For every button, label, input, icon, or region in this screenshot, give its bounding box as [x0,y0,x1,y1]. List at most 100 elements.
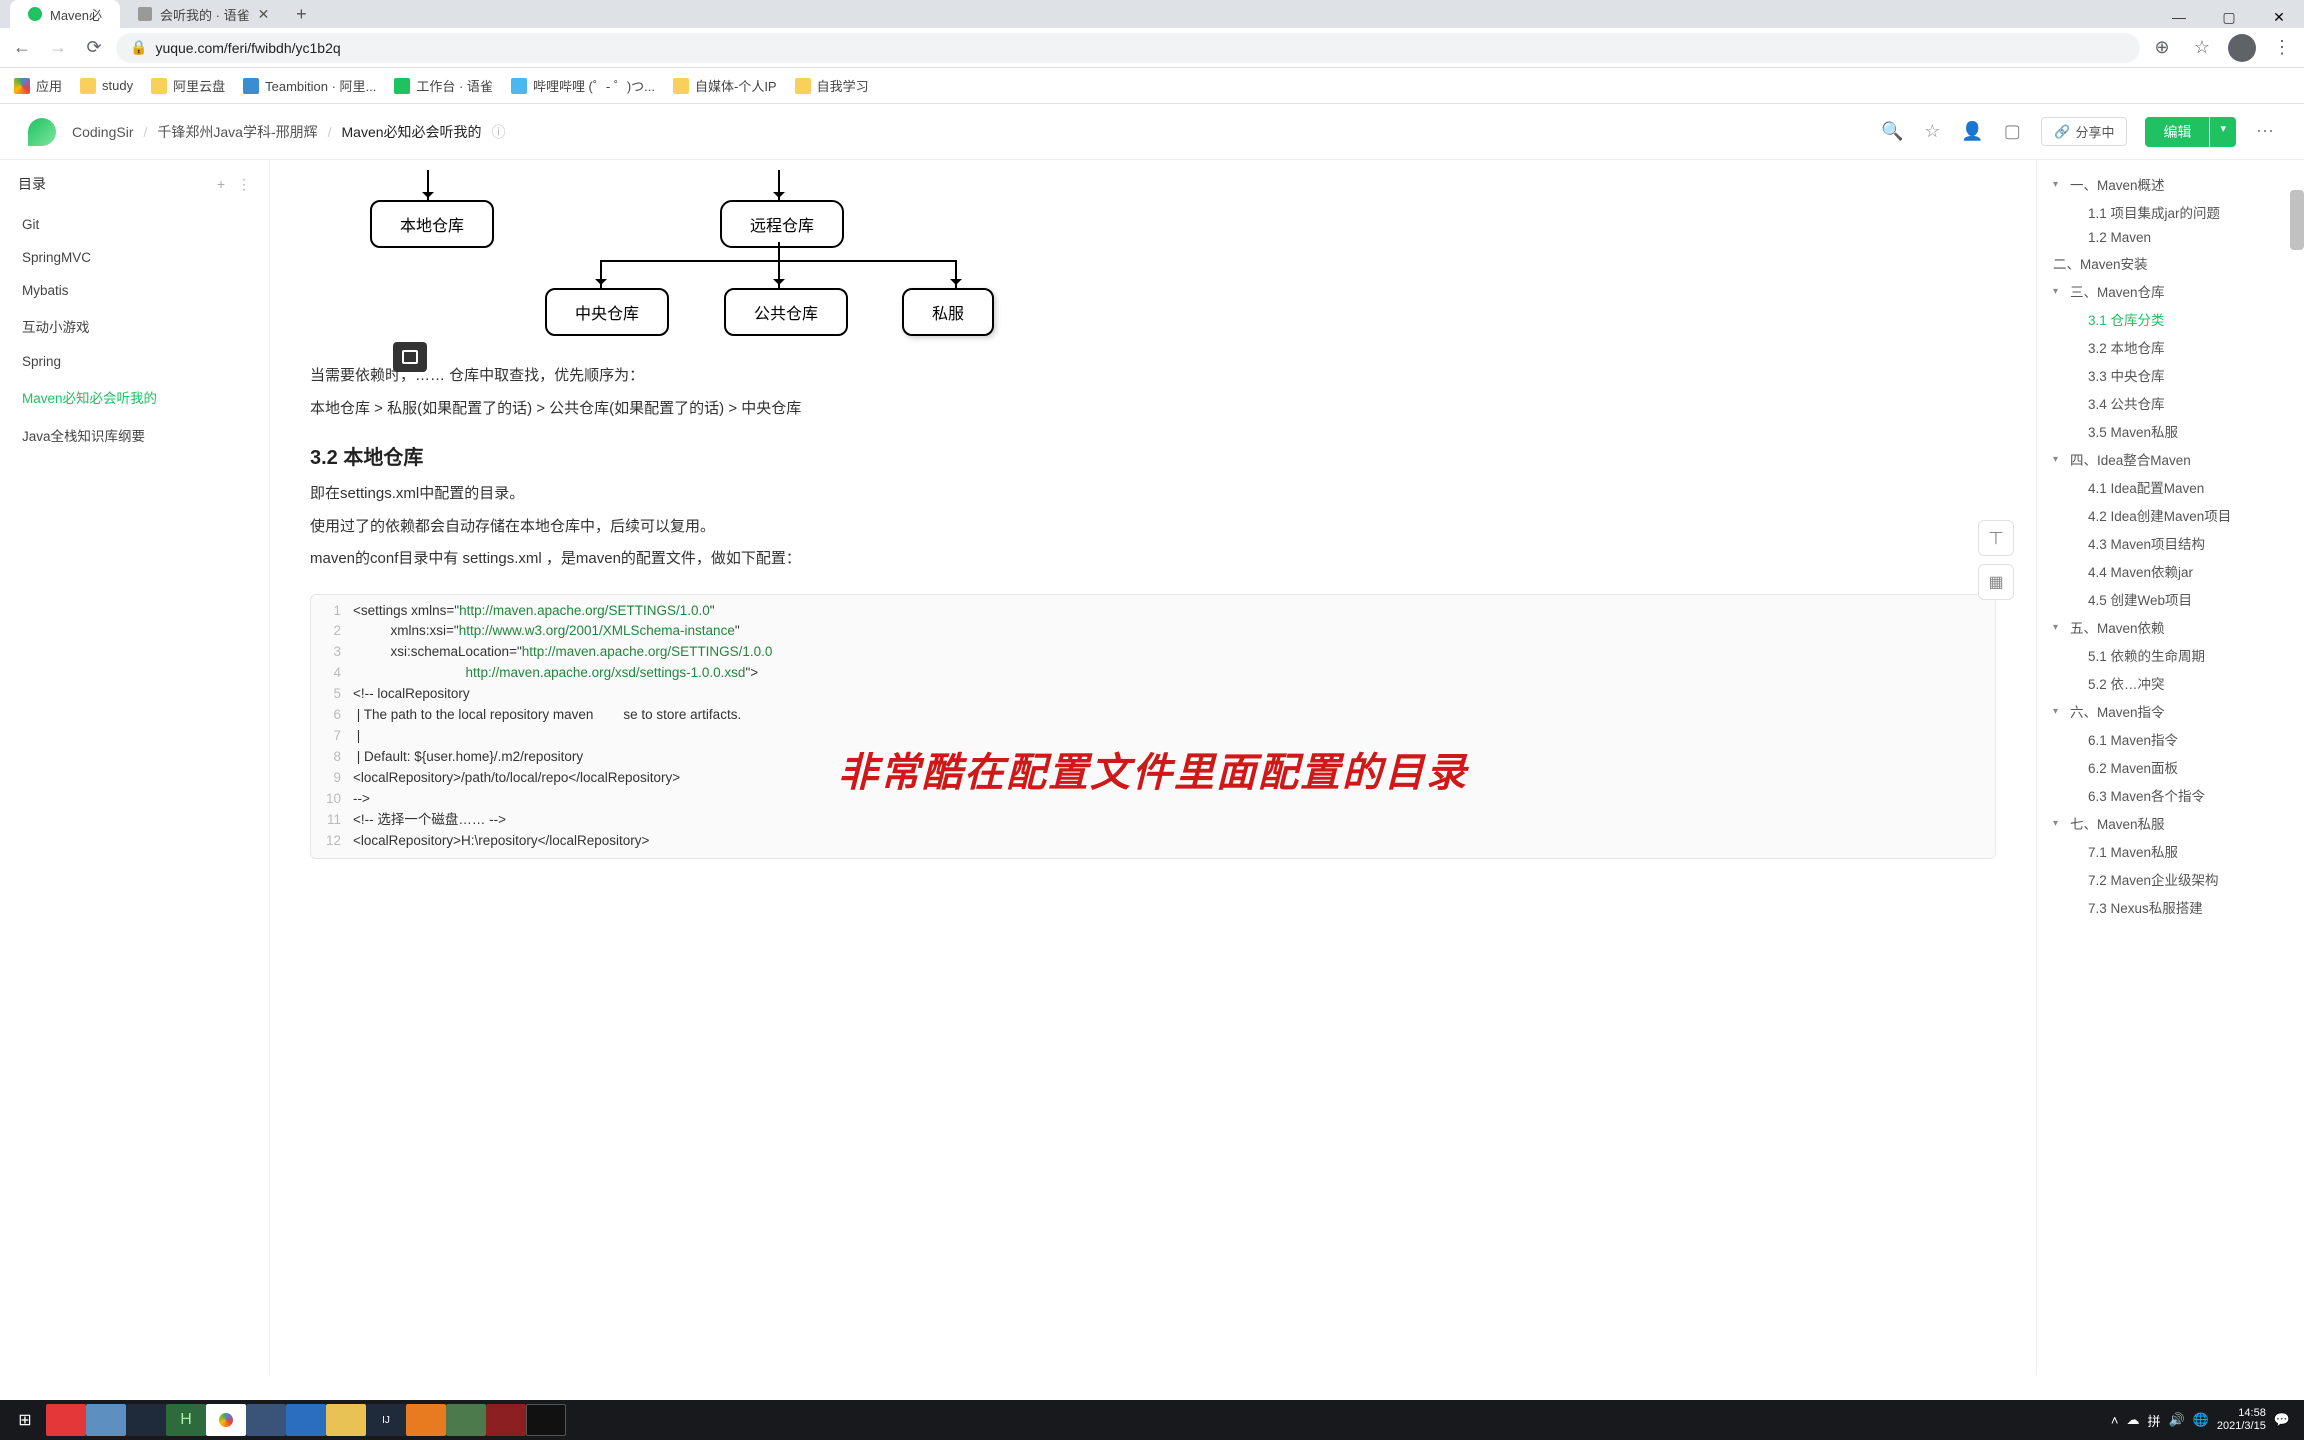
back-button[interactable]: ← [8,34,36,62]
menu-icon[interactable]: ⋮ [2268,34,2296,62]
scrollbar-thumb[interactable] [2290,190,2304,250]
taskbar-app[interactable] [286,1404,326,1436]
sidebar-item[interactable]: Java全栈知识库纲要 [18,416,251,454]
taskbar-app[interactable] [126,1404,166,1436]
address-bar[interactable]: 🔒 yuque.com/feri/fwibdh/yc1b2q [116,33,2140,63]
taskbar-app[interactable] [406,1404,446,1436]
toc-item[interactable]: 4.3 Maven项目结构 [2053,529,2296,557]
start-button[interactable]: ⊞ [5,1402,45,1438]
info-icon[interactable]: ⓘ [492,122,506,142]
star-icon[interactable]: ☆ [2188,34,2216,62]
taskbar-app[interactable] [46,1404,86,1436]
bookmark-item[interactable]: study [80,78,133,94]
tray-notification-icon[interactable]: 💬 [2274,1412,2290,1428]
edit-button[interactable]: 编辑 [2145,117,2209,147]
present-icon[interactable]: ▢ [2001,121,2023,143]
taskbar-app[interactable] [526,1404,566,1436]
minimize-button[interactable]: — [2154,6,2204,28]
toc-item[interactable]: 6.1 Maven指令 [2053,725,2296,753]
toc-item[interactable]: 7.1 Maven私服 [2053,837,2296,865]
toc-item[interactable]: 4.2 Idea创建Maven项目 [2053,501,2296,529]
toc-item[interactable]: 6.2 Maven面板 [2053,753,2296,781]
yuque-logo-icon[interactable] [28,118,56,146]
toc-item[interactable]: ▾五、Maven依赖 [2053,613,2296,641]
bookmark-item[interactable]: 阿里云盘 [151,76,225,95]
taskbar-app[interactable] [246,1404,286,1436]
share-button[interactable]: 🔗分享中 [2041,117,2127,146]
taskbar-app[interactable] [446,1404,486,1436]
close-icon[interactable]: ✕ [258,6,270,23]
comment-tooltip[interactable] [393,342,427,372]
toc-label: 7.2 Maven企业级架构 [2088,869,2219,889]
new-tab-button[interactable]: + [287,0,315,28]
forward-button[interactable]: → [44,34,72,62]
more-icon[interactable]: ⋮ [237,176,251,193]
toc-item[interactable]: 3.5 Maven私服 [2053,417,2296,445]
toc-item[interactable]: ▾三、Maven仓库 [2053,277,2296,305]
tray-ime-icon[interactable]: 拼 [2147,1411,2160,1430]
toc-item[interactable]: 4.4 Maven依赖jar [2053,557,2296,585]
search-icon[interactable]: 🔍 [1881,121,1903,143]
bookmark-item[interactable]: 自媒体-个人IP [673,76,777,95]
bookmark-item[interactable]: 工作台 · 语雀 [394,76,493,95]
toc-item[interactable]: 5.1 依赖的生命周期 [2053,641,2296,669]
toc-item[interactable]: 4.5 创建Web项目 [2053,585,2296,613]
install-icon[interactable]: ⊕ [2148,34,2176,62]
toc-item[interactable]: 3.4 公共仓库 [2053,389,2296,417]
toc-item[interactable]: 7.3 Nexus私服搭建 [2053,893,2296,921]
toc-item[interactable]: 6.3 Maven各个指令 [2053,781,2296,809]
tray-volume-icon[interactable]: 🔊 [2169,1412,2185,1428]
toc-item[interactable]: ▾六、Maven指令 [2053,697,2296,725]
toc-item[interactable]: 1.1 项目集成jar的问题 [2053,198,2296,226]
tray-up-icon[interactable]: ˄ [2111,1413,2119,1428]
toc-item[interactable]: 4.1 Idea配置Maven [2053,473,2296,501]
add-icon[interactable]: + [217,176,225,193]
maximize-button[interactable]: ▢ [2204,6,2254,28]
toc-item[interactable]: 二、Maven安装 [2053,249,2296,277]
bookmark-item[interactable]: Teambition · 阿里... [243,76,376,95]
profile-avatar[interactable] [2228,34,2256,62]
taskbar-app[interactable] [326,1404,366,1436]
toc-item[interactable]: ▾一、Maven概述 [2053,170,2296,198]
toc-item[interactable]: 3.3 中央仓库 [2053,361,2296,389]
toc-item[interactable]: 1.2 Maven [2053,226,2296,249]
toc-item[interactable]: ▾四、Idea整合Maven [2053,445,2296,473]
sidebar-item[interactable]: Spring [18,345,251,378]
taskbar-app[interactable]: H [166,1404,206,1436]
toc-item[interactable]: 7.2 Maven企业级架构 [2053,865,2296,893]
crumb-item[interactable]: 千锋郑州Java学科-邢朋辉 [157,122,317,142]
toc-item[interactable]: ▾七、Maven私服 [2053,809,2296,837]
taskbar-app[interactable] [206,1404,246,1436]
toc-item[interactable]: 3.1 仓库分类 [2053,305,2304,333]
url-text: yuque.com/feri/fwibdh/yc1b2q [155,40,340,56]
toc-item[interactable]: 3.2 本地仓库 [2053,333,2296,361]
bookmark-item[interactable]: 哔哩哔哩 (゜- ゜)つ... [511,76,655,95]
close-button[interactable]: ✕ [2254,6,2304,28]
tray-onedrive-icon[interactable]: ☁ [2126,1412,2139,1428]
sidebar-item[interactable]: 互动小游戏 [18,307,251,345]
taskbar-app[interactable]: IJ [366,1404,406,1436]
qr-button[interactable]: ▦ [1978,564,2014,600]
bookmark-item[interactable]: 自我学习 [795,76,869,95]
reload-button[interactable]: ⟳ [80,34,108,62]
code-block[interactable]: 1<settings xmlns="http://maven.apache.or… [310,594,1996,859]
sidebar-item[interactable]: Maven必知必会听我的 [18,378,251,416]
more-icon[interactable]: ⋯ [2254,121,2276,143]
sidebar-item[interactable]: SpringMVC [18,241,251,274]
apps-button[interactable]: 应用 [14,76,62,95]
toc-item[interactable]: 5.2 依…冲突 [2053,669,2296,697]
crumb-item[interactable]: Maven必知必会听我的 [342,122,482,142]
taskbar-clock[interactable]: 14:58 2021/3/15 [2217,1407,2266,1433]
taskbar-app[interactable] [486,1404,526,1436]
tab-1[interactable]: Maven必 [10,0,120,28]
scroll-top-button[interactable]: 丅 [1978,520,2014,556]
user-icon[interactable]: 👤 [1961,121,1983,143]
star-icon[interactable]: ☆ [1921,121,1943,143]
tab-2[interactable]: 会听我的 · 语雀✕ [120,0,287,28]
sidebar-item[interactable]: Mybatis [18,274,251,307]
sidebar-item[interactable]: Git [18,208,251,241]
edit-dropdown[interactable]: ▾ [2210,117,2236,147]
crumb-item[interactable]: CodingSir [72,124,133,140]
tray-network-icon[interactable]: 🌐 [2193,1412,2209,1428]
taskbar-app[interactable] [86,1404,126,1436]
